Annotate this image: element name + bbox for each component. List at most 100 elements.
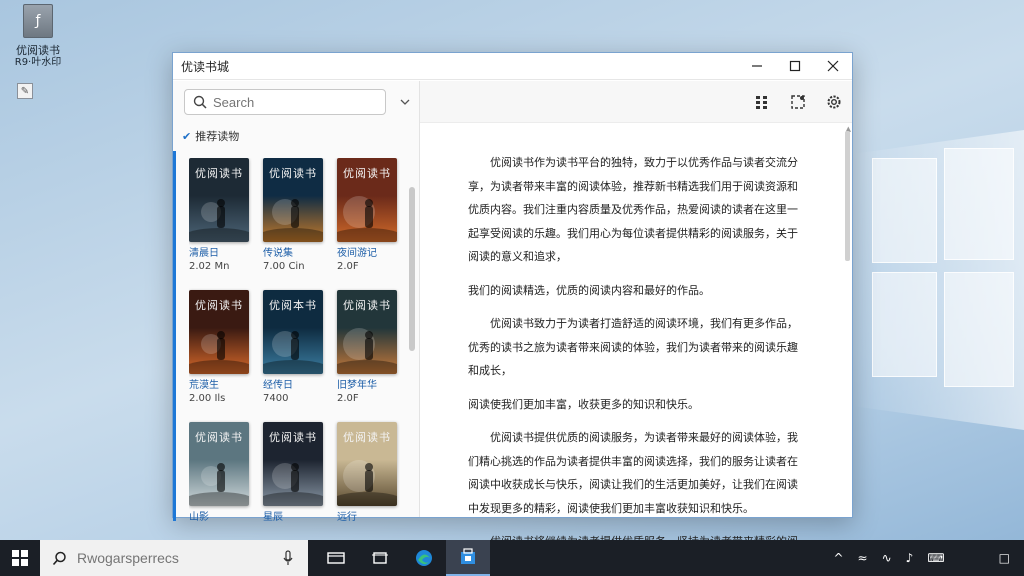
book-cover[interactable]: 优阅读书 <box>337 422 397 506</box>
gear-icon <box>827 95 841 108</box>
book-cover-art <box>263 463 323 506</box>
book-size: 2.0F <box>337 261 359 272</box>
book-cover[interactable]: 优阅读书 <box>189 422 249 506</box>
book-title: 旧梦年华 <box>337 380 377 391</box>
book-cover-title: 优阅读书 <box>269 167 317 180</box>
book-size: 7.00 Cin <box>263 261 305 272</box>
start-button[interactable] <box>0 540 40 576</box>
microphone-icon[interactable] <box>283 550 293 566</box>
book-size: 2.00 Ils <box>189 393 226 404</box>
snip-icon <box>372 552 388 564</box>
minimize-icon <box>752 65 762 67</box>
network-icon[interactable]: ∿ <box>882 551 892 565</box>
book-size: 2.0F <box>337 393 359 404</box>
book-title: 经传日 <box>263 380 293 391</box>
select-icon <box>791 94 805 109</box>
book-item[interactable]: 优阅读书 荒漠生 2.00 Ils <box>189 290 251 412</box>
book-cover[interactable]: 优阅读书 <box>337 290 397 374</box>
book-item[interactable]: 优阅本书经传日 7400 <box>263 290 325 412</box>
sidebar-scrollbar[interactable] <box>409 187 415 351</box>
book-cover-art <box>263 331 323 374</box>
reader-window: 优读书城 Search ✔ 推荐读物 优阅读书 清晨日 2.02 Mn 优阅读书… <box>172 52 853 572</box>
reading-text: 优阅读书作为读书平台的独特，致力于以优秀作品与读者交流分享，为读者带来丰富的阅读… <box>468 151 803 576</box>
book-cover[interactable]: 优阅读书 <box>189 158 249 242</box>
book-cover-title: 优阅读书 <box>195 167 243 180</box>
grid-view-button[interactable] <box>754 94 770 110</box>
system-tray: ^ ≈ ∿ ♪ ⌨ □ <box>833 540 1024 576</box>
search-icon <box>52 551 66 565</box>
book-cover[interactable]: 优阅读书 <box>189 290 249 374</box>
book-cover[interactable]: 优阅读书 <box>337 158 397 242</box>
reader-scrollbar[interactable] <box>845 131 850 261</box>
filter-dropdown-button[interactable] <box>398 99 412 105</box>
checkmark-icon: ✔ <box>182 129 192 143</box>
book-cover[interactable]: 优阅读书 <box>263 158 323 242</box>
task-view-icon <box>327 552 345 564</box>
book-cover[interactable]: 优阅本书 <box>263 290 323 374</box>
chevron-up-icon[interactable]: ^ <box>833 551 843 565</box>
select-button[interactable] <box>790 94 806 110</box>
chevron-down-icon <box>400 99 410 105</box>
taskbar-search-input[interactable] <box>77 550 277 566</box>
close-button[interactable] <box>814 53 852 79</box>
maximize-icon <box>789 60 801 72</box>
paragraph: 优阅读书作为读书平台的独特，致力于以优秀作品与读者交流分享，为读者带来丰富的阅读… <box>468 156 798 263</box>
notifications-icon[interactable]: □ <box>999 551 1010 565</box>
book-item[interactable]: 优阅读书 山影 <box>189 422 251 530</box>
book-item[interactable]: 优阅读书远行 <box>337 422 399 530</box>
volume-icon[interactable]: ♪ <box>906 551 914 565</box>
book-item[interactable]: 优阅读书 星辰 <box>263 422 325 530</box>
book-item[interactable]: 优阅读书清晨日 2.02 Mn <box>189 158 251 280</box>
keyboard-icon[interactable]: ⌨ <box>927 551 944 565</box>
library-sidebar: ✔ 推荐读物 优阅读书清晨日2.02 Mn优阅读书传说集7.00 Cin优阅读书… <box>173 81 420 523</box>
category-label: 推荐读物 <box>195 130 240 143</box>
book-item[interactable]: 优阅读书传说集 7.00 Cin <box>263 158 325 280</box>
book-title: 传说集 <box>263 248 293 259</box>
settings-button[interactable] <box>826 94 842 110</box>
document-icon[interactable]: ✎ <box>17 83 33 99</box>
windows-icon <box>12 550 28 566</box>
task-view-button[interactable] <box>314 540 358 576</box>
search-box[interactable] <box>184 89 386 115</box>
book-title: 清晨日 <box>189 248 219 259</box>
minimize-button[interactable] <box>738 53 776 79</box>
book-item[interactable]: 优阅读书旧梦年华 2.0F <box>337 290 399 412</box>
desktop-shortcut-label: 优阅读书 <box>16 44 60 57</box>
paragraph: 我们的阅读精选，优质的阅读内容和最好的作品。 <box>468 283 710 297</box>
book-cover-art <box>189 199 249 242</box>
book-cover-art <box>263 199 323 242</box>
reader-app-button[interactable] <box>446 540 490 576</box>
file-icon: ƒ <box>23 4 53 38</box>
book-cover-title: 优阅读书 <box>343 431 391 444</box>
title-bar[interactable]: 优读书城 <box>173 53 852 80</box>
book-cover-title: 优阅读书 <box>195 299 243 312</box>
book-title: 夜间游记 <box>337 248 377 259</box>
edge-browser-button[interactable] <box>402 540 446 576</box>
taskbar-search[interactable] <box>40 540 308 576</box>
edge-icon <box>416 550 432 566</box>
book-cover-title: 优阅读书 <box>343 167 391 180</box>
book-size: 2.02 Mn <box>189 261 230 272</box>
windows-logo-wallpaper <box>852 130 1024 430</box>
paragraph: 阅读使我们更加丰富，收获更多的知识和快乐。 <box>468 397 699 411</box>
book-grid: 优阅读书 清晨日 2.02 Mn 优阅读书 传说集 7.00 Cin 优阅读书 夜间游记 2.0… <box>189 158 401 530</box>
selection-indicator <box>173 151 176 521</box>
book-title: 山影 <box>189 512 209 523</box>
book-item[interactable]: 优阅读书夜间游记 2.0F <box>337 158 399 280</box>
maximize-button[interactable] <box>776 53 814 79</box>
search-input[interactable] <box>213 94 373 110</box>
desktop-shortcut-sublabel: R9·叶水印 <box>14 57 62 68</box>
file-explorer-button[interactable] <box>358 540 402 576</box>
paragraph: 优阅读书致力于为读者打造舒适的阅读环境，我们有更多作品，优秀的读书之旅为读者带来… <box>468 317 798 377</box>
book-title: 远行 <box>337 512 357 523</box>
book-cover-art <box>337 460 397 506</box>
store-icon <box>461 548 475 564</box>
taskbar: ^ ≈ ∿ ♪ ⌨ □ <box>0 540 1024 576</box>
desktop-shortcut[interactable]: ƒ 优阅读书 R9·叶水印 <box>6 4 70 69</box>
book-cover[interactable]: 优阅读书 <box>263 422 323 506</box>
pen-icon[interactable]: ≈ <box>858 551 868 565</box>
category-header[interactable]: ✔ 推荐读物 <box>173 125 419 147</box>
book-size: 7400 <box>263 393 289 404</box>
reader-pane: ▲ 优阅读书作为读书平台的独特，致力于以优秀作品与读者交流分享，为读者带来丰富的… <box>420 81 852 572</box>
paragraph: 优阅读书提供优质的阅读服务，为读者带来最好的阅读体验，我们精心挑选的作品为读者提… <box>468 431 798 515</box>
